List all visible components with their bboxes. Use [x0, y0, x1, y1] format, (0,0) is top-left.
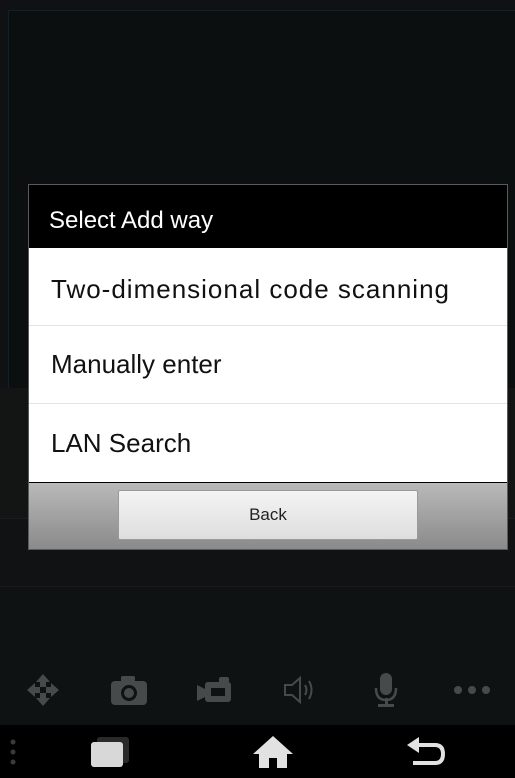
- home-icon[interactable]: [243, 728, 303, 776]
- option-manually-enter[interactable]: Manually enter: [29, 326, 507, 404]
- back-button[interactable]: Back: [118, 490, 418, 540]
- select-add-way-dialog: Select Add way Two-dimensional code scan…: [28, 184, 508, 550]
- option-qr-code-scanning[interactable]: Two-dimensional code scanning: [29, 248, 507, 326]
- dialog-title: Select Add way: [49, 207, 214, 234]
- menu-dots-icon[interactable]: [10, 739, 16, 770]
- dialog-footer: Back: [29, 483, 507, 549]
- option-lan-search[interactable]: LAN Search: [29, 404, 507, 482]
- back-icon[interactable]: [395, 728, 455, 776]
- recent-apps-icon[interactable]: [80, 728, 140, 776]
- system-navigation-bar: [0, 725, 515, 778]
- options-list: Two-dimensional code scanning Manually e…: [29, 248, 507, 482]
